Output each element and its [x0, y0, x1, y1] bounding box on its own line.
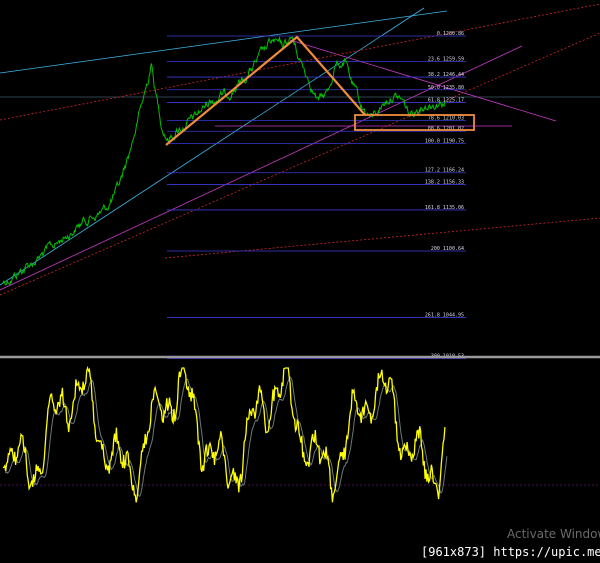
oscillator-signal-line: [4, 376, 448, 497]
image-size-link[interactable]: [961x873] https://upic.me/: [421, 545, 600, 559]
fib-level-label: 23.6 1259.59: [428, 56, 464, 62]
fib-level-label: 200 1100.64: [431, 246, 464, 252]
activate-windows-watermark: Activate Window: [507, 527, 600, 541]
fib-level-label: 138.2 1156.33: [425, 180, 464, 186]
trendline-cyan-upper[interactable]: [0, 10, 448, 74]
oscillator-panel: [0, 355, 600, 503]
trading-chart-window: 0 1280.86 23.6 1259.59 38.2 1246.44 50.0 12…: [0, 0, 600, 563]
fib-level-label: 78.6 1210.03: [428, 115, 464, 121]
fib-level-label: 38.2 1246.44: [428, 72, 464, 78]
trendline-cyan-diagonal[interactable]: [0, 7, 425, 286]
fib-level-label: 127.2 1166.24: [425, 168, 464, 174]
channel-red-lower[interactable]: [164, 217, 600, 259]
fib-level-label: 100.0 1190.75: [425, 139, 464, 145]
chart-canvas[interactable]: 0 1280.86 23.6 1259.59 38.2 1246.44 50.0 12…: [0, 0, 600, 563]
fib-level-label: 161.8 1135.06: [425, 205, 464, 211]
fib-level-label: 50.0 1235.80: [428, 85, 464, 91]
harmonic-pattern-legs[interactable]: [165, 35, 366, 146]
price-line: [2, 36, 446, 286]
oscillator-main-line: [2, 365, 446, 503]
fib-level-label: 61.8 1225.17: [428, 97, 464, 103]
trendline-magenta-down[interactable]: [289, 39, 557, 122]
price-series: [2, 36, 446, 286]
channel-red-middle[interactable]: [0, 32, 600, 296]
fib-level-label: 0 1280.86: [437, 31, 464, 37]
fib-level-label: 261.8 1044.95: [425, 312, 464, 318]
